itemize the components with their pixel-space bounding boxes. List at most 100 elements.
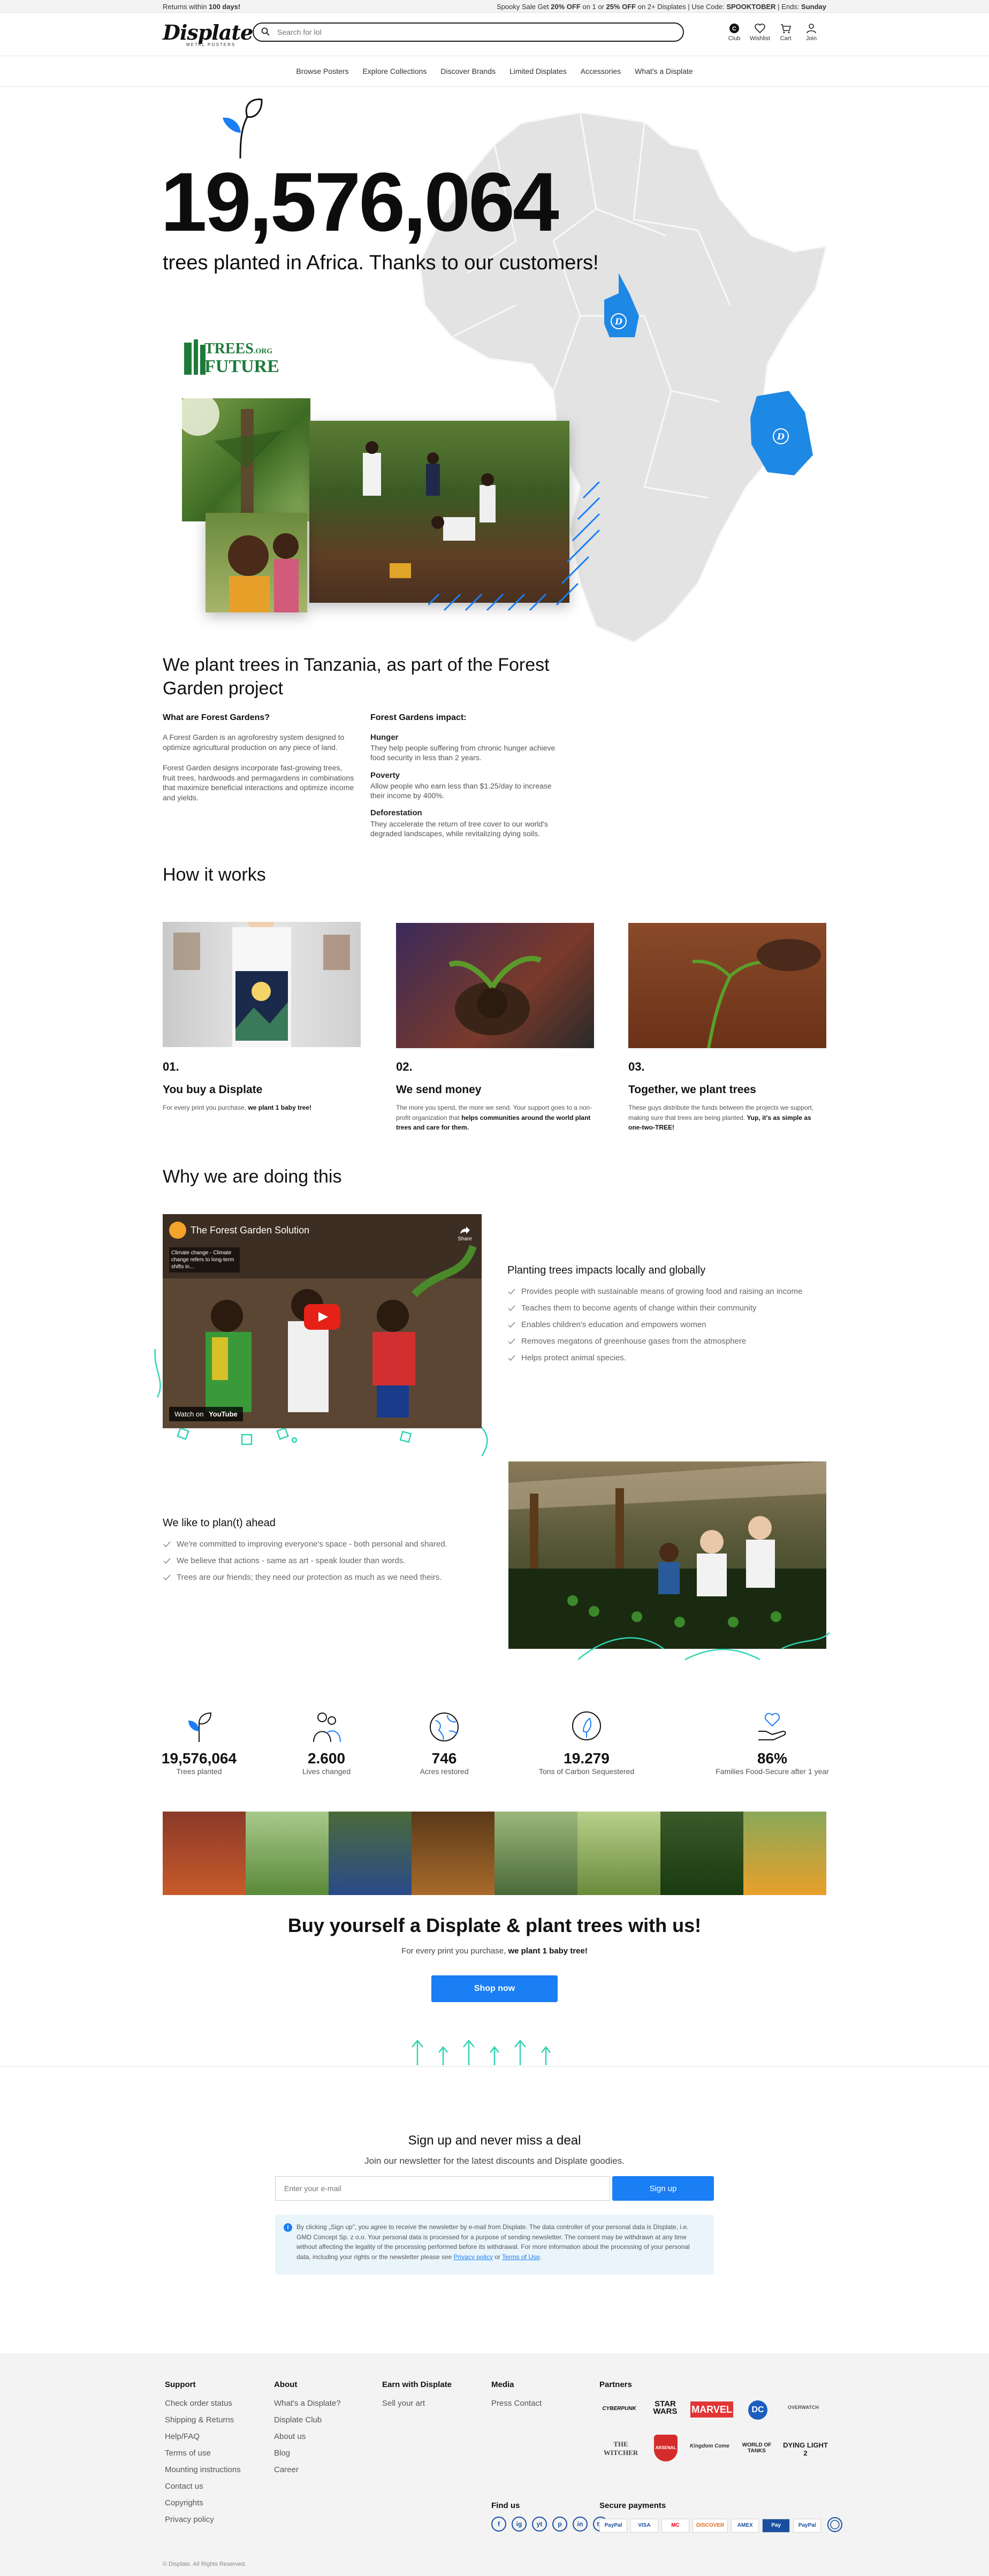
- video-share-button[interactable]: Share: [458, 1226, 472, 1242]
- partner-arsenal-logo[interactable]: ARSENAL: [654, 2435, 678, 2461]
- forest-gardens-p1: A Forest Garden is an agroforestry syste…: [163, 733, 345, 752]
- nav-discover-brands[interactable]: Discover Brands: [440, 67, 496, 75]
- cta-subtitle: For every print you purchase, we plant 1…: [0, 1946, 989, 1956]
- watch-on-youtube-link[interactable]: Watch on YouTube: [169, 1407, 243, 1421]
- tanzania-title: We plant trees in Tanzania, as part of t…: [163, 655, 550, 699]
- partner-star-wars-logo[interactable]: STAR WARS: [646, 2400, 684, 2416]
- facebook-icon[interactable]: f: [491, 2517, 506, 2532]
- youtube-brand: YouTube: [209, 1410, 238, 1418]
- promo-mid-1: on 1 or: [580, 3, 606, 11]
- partner-kingdom-come-logo[interactable]: Kingdom Come: [688, 2443, 731, 2449]
- forest-gardens-description: A Forest Garden is an agroforestry syste…: [163, 732, 355, 803]
- secure-seal-icon: [827, 2517, 842, 2532]
- join-button[interactable]: Join: [798, 22, 824, 42]
- impact-hunger-title: Hunger: [370, 733, 399, 742]
- impact-item-text: Enables children's education and empower…: [521, 1320, 706, 1329]
- youtube-icon[interactable]: yt: [532, 2517, 547, 2532]
- footer-link-mounting[interactable]: Mounting instructions: [165, 2465, 241, 2474]
- nav-explore-collections[interactable]: Explore Collections: [362, 67, 427, 75]
- footer-link-club[interactable]: Displate Club: [274, 2415, 341, 2425]
- partner-dying-light-logo[interactable]: DYING LIGHT 2: [781, 2441, 830, 2457]
- footer-link-contact[interactable]: Contact us: [165, 2482, 241, 2491]
- promo-note[interactable]: Spooky Sale Get 20% OFF on 1 or 25% OFF …: [497, 3, 826, 11]
- step-3-photo: [628, 923, 826, 1048]
- stat-lives-changed: 2.600 Lives changed: [268, 1710, 385, 1776]
- cta-title: Buy yourself a Displate & plant trees wi…: [287, 1914, 702, 1936]
- footer-link-sell-art[interactable]: Sell your art: [382, 2399, 452, 2408]
- nav-browse-posters[interactable]: Browse Posters: [296, 67, 348, 75]
- stat-acres-restored: 746 Acres restored: [385, 1710, 503, 1776]
- partner-world-of-tanks-logo[interactable]: WORLD OF TANKS: [735, 2442, 778, 2454]
- people-icon: [313, 1713, 341, 1742]
- partner-marvel-logo[interactable]: MARVEL: [690, 2401, 733, 2418]
- footer-link-blog[interactable]: Blog: [274, 2449, 341, 2458]
- nav-accessories[interactable]: Accessories: [581, 67, 621, 75]
- terms-of-use-link[interactable]: Terms of Use: [502, 2253, 540, 2261]
- globe-icon: [430, 1713, 459, 1741]
- privacy-policy-link[interactable]: Privacy policy: [454, 2253, 493, 2261]
- newsletter-email-input[interactable]: [275, 2176, 610, 2201]
- cta-sub-bold: we plant 1 baby tree!: [508, 1946, 588, 1956]
- check-icon: [163, 1574, 171, 1581]
- footer-link-whats-displate[interactable]: What's a Displate?: [274, 2399, 341, 2408]
- linkedin-icon[interactable]: in: [573, 2517, 588, 2532]
- impact-item: Teaches them to become agents of change …: [507, 1304, 828, 1313]
- youtube-video-embed[interactable]: The Forest Garden Solution Climate chang…: [163, 1214, 482, 1428]
- shop-now-button[interactable]: Shop now: [431, 1975, 558, 2002]
- nav-limited-displates[interactable]: Limited Displates: [509, 67, 567, 75]
- why-title: Why we are doing this: [163, 1166, 342, 1187]
- footer-link-copyrights[interactable]: Copyrights: [165, 2498, 241, 2507]
- step-1-number: 01.: [163, 1060, 179, 1073]
- displate-logo[interactable]: Displate METAL POSTERS: [163, 20, 253, 47]
- leaf-drop-icon: [572, 1711, 601, 1740]
- footer-partners: Partners CYBERPUNK STAR WARS MARVEL DC O…: [599, 2380, 835, 2461]
- plan-ahead-title: We like to plan(t) ahead: [163, 1517, 276, 1529]
- footer-link-terms[interactable]: Terms of use: [165, 2449, 241, 2458]
- join-label: Join: [805, 35, 817, 42]
- strip-photo-4: [412, 1812, 494, 1895]
- find-us-title: Find us: [491, 2501, 520, 2510]
- stat-carbon-value: 19.279: [564, 1750, 610, 1767]
- search-bar[interactable]: [253, 22, 684, 42]
- instagram-icon[interactable]: ig: [512, 2517, 527, 2532]
- pinterest-icon[interactable]: p: [552, 2517, 567, 2532]
- footer-link-shipping[interactable]: Shipping & Returns: [165, 2415, 241, 2425]
- club-label: Club: [728, 35, 741, 42]
- impact-item: Provides people with sustainable means o…: [507, 1287, 828, 1296]
- promo-off-1: 20% OFF: [551, 3, 581, 11]
- video-share-label: Share: [458, 1236, 472, 1242]
- payments-title: Secure payments: [599, 2501, 666, 2510]
- impact-list: Hunger They help people suffering from c…: [370, 725, 558, 838]
- partner-overwatch-logo[interactable]: OVERWATCH: [779, 2405, 827, 2410]
- partner-cyberpunk-logo[interactable]: CYBERPUNK: [599, 2406, 639, 2412]
- hero-photo-children: [206, 513, 307, 612]
- wishlist-button[interactable]: Wishlist: [747, 22, 773, 42]
- partner-dc-logo[interactable]: DC: [748, 2400, 767, 2420]
- nav-whats-a-displate[interactable]: What's a Displate: [635, 67, 693, 75]
- club-button[interactable]: C Club: [721, 22, 747, 42]
- promo-mid-2: on 2+ Displates | Use Code:: [636, 3, 727, 11]
- footer-link-privacy[interactable]: Privacy policy: [165, 2515, 241, 2524]
- visa-badge: VISA: [630, 2519, 658, 2533]
- impacts-title: Planting trees impacts locally and globa…: [507, 1264, 706, 1276]
- stat-acres-value: 746: [431, 1750, 457, 1767]
- check-icon: [508, 1355, 515, 1361]
- partner-witcher-logo[interactable]: THE WITCHER: [599, 2440, 642, 2457]
- returns-days: 100 days!: [208, 3, 241, 11]
- search-input[interactable]: [277, 26, 652, 38]
- footer-link-career[interactable]: Career: [274, 2465, 341, 2474]
- cart-button[interactable]: Cart: [773, 22, 798, 42]
- footer-link-about-us[interactable]: About us: [274, 2432, 341, 2441]
- mastercard-badge: MC: [661, 2519, 689, 2533]
- footer-link-help[interactable]: Help/FAQ: [165, 2432, 241, 2441]
- returns-text: Returns within: [163, 3, 209, 11]
- footer-link-check-order[interactable]: Check order status: [165, 2399, 241, 2408]
- footer-find-us: Find us figytpintw: [491, 2501, 613, 2532]
- stat-trees-planted: 19,576,064 Trees planted: [140, 1710, 258, 1776]
- newsletter-signup-button[interactable]: Sign up: [612, 2176, 714, 2201]
- consent-end: .: [539, 2253, 542, 2261]
- returns-note: Returns within 100 days!: [163, 3, 240, 11]
- footer-link-press[interactable]: Press Contact: [491, 2399, 542, 2408]
- promo-pre: Spooky Sale Get: [497, 3, 551, 11]
- video-play-button[interactable]: [304, 1304, 340, 1330]
